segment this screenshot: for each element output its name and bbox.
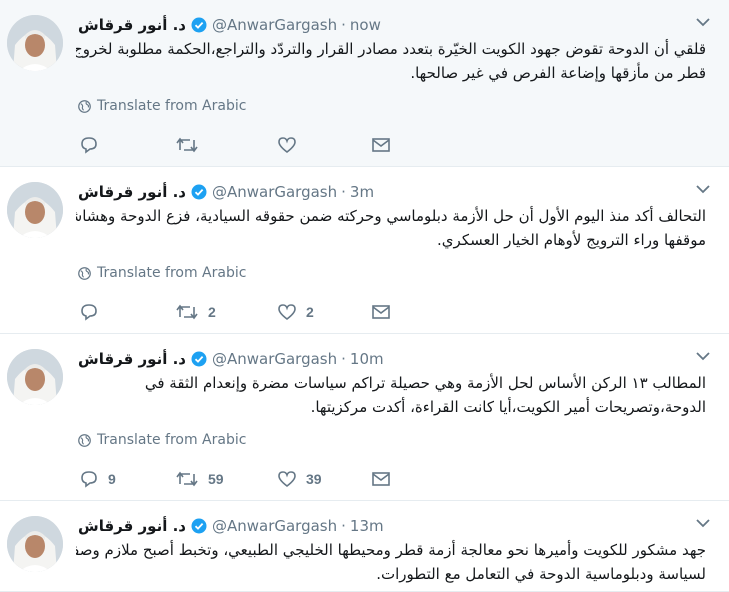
reply-button[interactable]: 9	[79, 470, 175, 488]
reply-icon	[81, 471, 97, 488]
user-handle[interactable]: @AnwarGargash	[212, 517, 337, 535]
chevron-down-icon[interactable]	[696, 518, 710, 528]
like-button[interactable]: 2	[277, 303, 371, 321]
timestamp[interactable]: 3m	[350, 183, 374, 201]
tweet-header: د. أنور قرقاش @AnwarGargash · 13m	[78, 514, 384, 538]
tweet-1[interactable]: د. أنور قرقاش @AnwarGargash · 3m التحالف…	[0, 167, 729, 334]
separator-dot: ·	[341, 517, 346, 535]
tweet-text-line-2: لسياسة ودبلوماسية الدوحة في التعامل مع ا…	[376, 565, 706, 583]
reply-button[interactable]	[79, 136, 175, 154]
envelope-icon	[372, 472, 390, 486]
envelope-icon	[372, 305, 390, 319]
display-name[interactable]: د. أنور قرقاش	[78, 350, 186, 368]
tweet-text-line-1: التحالف أكد منذ اليوم الأول أن حل الأزمة…	[76, 207, 706, 225]
user-handle[interactable]: @AnwarGargash	[212, 16, 337, 34]
timestamp[interactable]: now	[350, 16, 381, 34]
timestamp[interactable]: 10m	[350, 350, 384, 368]
tweet-text-line-2: موقفها وراء الترويج لأوهام الخيار العسكر…	[437, 231, 706, 249]
like-count: 39	[306, 471, 322, 487]
verified-badge-icon	[191, 351, 207, 367]
retweet-count: 59	[208, 471, 224, 487]
verified-badge-icon	[191, 518, 207, 534]
like-button[interactable]	[277, 136, 371, 154]
user-handle[interactable]: @AnwarGargash	[212, 350, 337, 368]
retweet-button[interactable]	[175, 137, 277, 153]
verified-badge-icon	[191, 17, 207, 33]
tweet-text-line-2: قطر من مأزقها وإضاعة الفرص في غير صالحها…	[410, 64, 706, 82]
like-count: 2	[306, 304, 314, 320]
separator-dot: ·	[341, 183, 346, 201]
reply-button[interactable]	[79, 303, 175, 321]
tweet-header: د. أنور قرقاش @AnwarGargash · now	[78, 13, 381, 37]
retweet-icon	[176, 137, 198, 153]
tweet-text-line-1: المطالب ١٣ الركن الأساس لحل الأزمة وهي ح…	[144, 374, 706, 392]
translate-label: Translate from Arabic	[97, 265, 247, 281]
timestamp[interactable]: 13m	[350, 517, 384, 535]
tweet-actions	[79, 136, 391, 154]
retweet-count: 2	[208, 304, 216, 320]
tweet-actions: 2 2	[79, 303, 391, 321]
retweet-button[interactable]: 2	[175, 304, 277, 320]
tweet-header: د. أنور قرقاش @AnwarGargash · 10m	[78, 347, 384, 371]
heart-icon	[278, 304, 296, 321]
chevron-down-icon[interactable]	[696, 184, 710, 194]
direct-message-button[interactable]	[371, 304, 391, 320]
like-button[interactable]: 39	[277, 470, 371, 488]
envelope-icon	[372, 138, 390, 152]
display-name[interactable]: د. أنور قرقاش	[78, 517, 186, 535]
globe-icon	[78, 433, 91, 447]
reply-icon	[81, 137, 97, 154]
retweet-button[interactable]: 59	[175, 471, 277, 487]
translate-link[interactable]: Translate from Arabic	[78, 98, 246, 114]
tweet-3[interactable]: د. أنور قرقاش @AnwarGargash · 13m جهد مش…	[0, 501, 729, 592]
translate-label: Translate from Arabic	[97, 98, 247, 114]
separator-dot: ·	[341, 16, 346, 34]
reply-count: 9	[108, 471, 116, 487]
verified-badge-icon	[191, 184, 207, 200]
reply-icon	[81, 304, 97, 321]
translate-label: Translate from Arabic	[97, 432, 247, 448]
globe-icon	[78, 99, 91, 113]
tweet-text-line-1: جهد مشكور للكويت وأميرها نحو معالجة أزمة…	[76, 541, 706, 559]
retweet-icon	[176, 304, 198, 320]
tweet-header: د. أنور قرقاش @AnwarGargash · 3m	[78, 180, 374, 204]
heart-icon	[278, 471, 296, 488]
tweet-text-line-1: قلقي أن الدوحة تقوض جهود الكويت الخيّرة …	[76, 40, 706, 58]
translate-link[interactable]: Translate from Arabic	[78, 265, 246, 281]
avatar[interactable]	[7, 349, 63, 405]
retweet-icon	[176, 471, 198, 487]
user-handle[interactable]: @AnwarGargash	[212, 183, 337, 201]
avatar[interactable]	[7, 516, 63, 572]
direct-message-button[interactable]	[371, 137, 391, 153]
tweet-2[interactable]: د. أنور قرقاش @AnwarGargash · 10m المطال…	[0, 334, 729, 501]
tweet-text-line-2: الدوحة،وتصريحات أمير الكويت،أيا كانت الق…	[310, 398, 706, 416]
avatar[interactable]	[7, 182, 63, 238]
chevron-down-icon[interactable]	[696, 351, 710, 361]
chevron-down-icon[interactable]	[696, 17, 710, 27]
avatar[interactable]	[7, 15, 63, 71]
direct-message-button[interactable]	[371, 471, 391, 487]
tweet-actions: 9 59 39	[79, 470, 391, 488]
timeline: د. أنور قرقاش @AnwarGargash · now قلقي أ…	[0, 0, 729, 592]
separator-dot: ·	[341, 350, 346, 368]
display-name[interactable]: د. أنور قرقاش	[78, 183, 186, 201]
translate-link[interactable]: Translate from Arabic	[78, 432, 246, 448]
display-name[interactable]: د. أنور قرقاش	[78, 16, 186, 34]
heart-icon	[278, 137, 296, 154]
tweet-0[interactable]: د. أنور قرقاش @AnwarGargash · now قلقي أ…	[0, 0, 729, 167]
globe-icon	[78, 266, 91, 280]
